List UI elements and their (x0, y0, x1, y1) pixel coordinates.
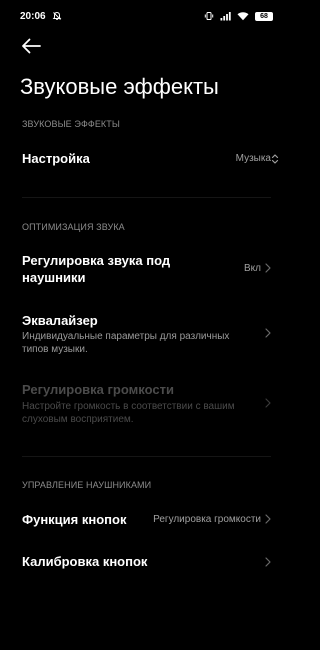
headphone-adjustment-value: Вкл (244, 263, 261, 274)
status-time: 20:06 (20, 10, 46, 22)
button-function-value: Регулировка громкости (153, 514, 261, 525)
headphone-adjustment-title: Регулировка звука под наушники (22, 253, 171, 285)
chevron-right-icon (265, 263, 271, 273)
volume-adjustment-title: Регулировка громкости (22, 382, 174, 397)
preset-value: Музыка (235, 153, 271, 164)
button-function-title: Функция кнопок (22, 512, 127, 527)
wifi-icon (237, 12, 249, 21)
arrow-left-icon[interactable] (20, 37, 42, 55)
equalizer-subtitle: Индивидуальные параметры для различных т… (22, 331, 230, 355)
chevron-right-icon (265, 557, 271, 567)
divider (22, 456, 271, 457)
vibrate-icon (204, 12, 214, 20)
divider (22, 197, 271, 198)
chevron-right-icon (265, 514, 271, 524)
alarm-off-icon (52, 11, 61, 20)
button-calibration-title: Калибровка кнопок (22, 554, 148, 569)
section-header-sound-optimization: ОПТИМИЗАЦИЯ ЗВУКА (22, 222, 125, 232)
equalizer-title: Эквалайзер (22, 313, 98, 328)
preset-title: Настройка (22, 151, 90, 166)
chevron-right-icon (265, 398, 271, 408)
up-down-chevron-icon (271, 154, 279, 164)
status-bar: 20:06 68 (0, 0, 293, 32)
chevron-right-icon (265, 328, 271, 338)
signal-icon (220, 12, 231, 21)
volume-adjustment-subtitle: Настройте громкость в соответствии с ваш… (22, 401, 235, 425)
battery-icon: 68 (255, 11, 273, 21)
section-header-sound-effects: ЗВУКОВЫЕ ЭФФЕКТЫ (22, 119, 120, 129)
page-title: Звуковые эффекты (20, 74, 219, 99)
section-header-headphone-control: УПРАВЛЕНИЕ НАУШНИКАМИ (22, 480, 152, 490)
